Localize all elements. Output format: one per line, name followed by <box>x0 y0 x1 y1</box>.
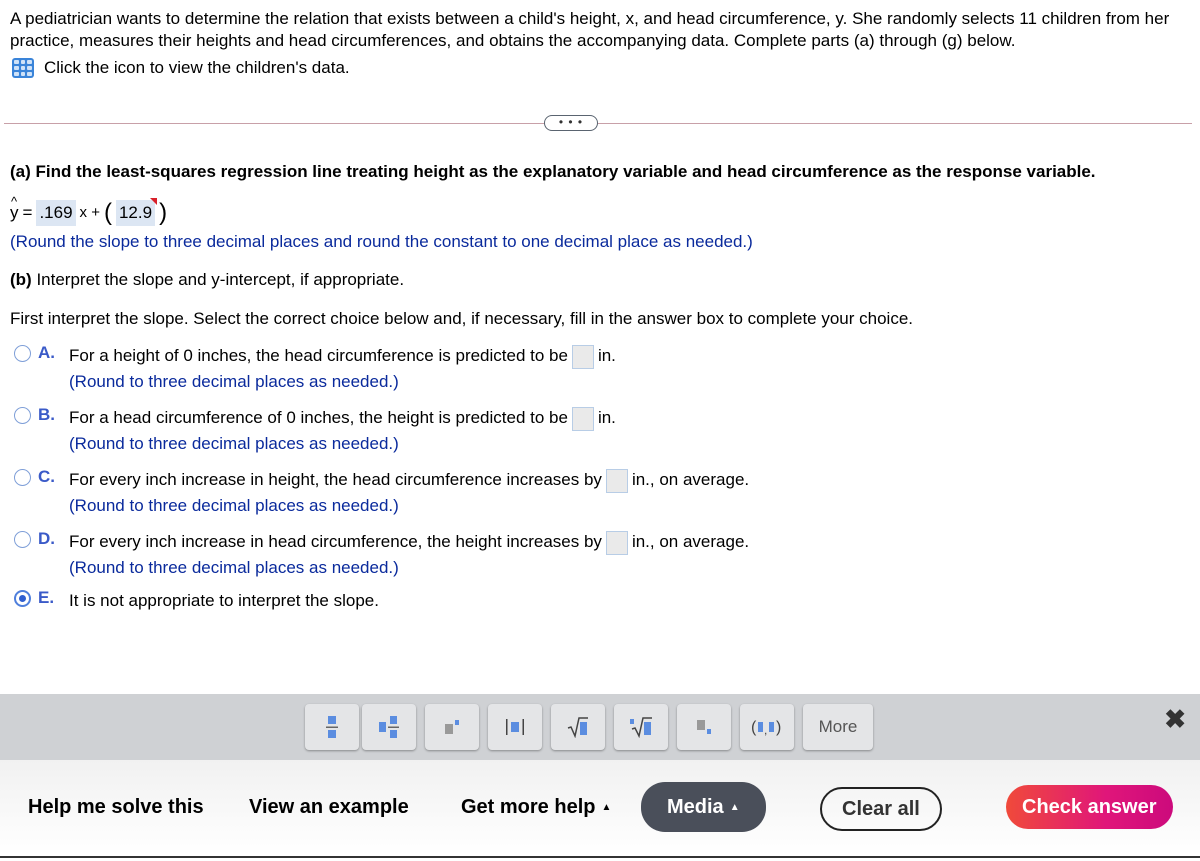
get-more-help-label: Get more help <box>461 795 596 818</box>
clear-all-button[interactable]: Clear all <box>820 787 942 831</box>
choice-d[interactable]: D. For every inch increase in head circu… <box>14 529 749 580</box>
media-button[interactable]: Media ▲ <box>641 782 766 832</box>
more-button[interactable]: More <box>803 704 873 750</box>
caret-up-icon: ▲ <box>601 801 612 813</box>
square-root-button[interactable] <box>551 704 605 750</box>
check-answer-button[interactable]: Check answer <box>1006 785 1173 829</box>
choice-unit: in. <box>597 408 616 427</box>
absolute-value-button[interactable] <box>488 704 542 750</box>
right-paren: ) <box>159 199 168 226</box>
close-icon[interactable]: ✖ <box>1164 704 1186 735</box>
choice-a[interactable]: A. For a height of 0 inches, the head ci… <box>14 343 616 394</box>
svg-text:,: , <box>764 723 767 737</box>
choice-hint: (Round to three decimal places as needed… <box>69 433 399 453</box>
choice-unit: in., on average. <box>631 532 750 551</box>
choice-text: It is not appropriate to interpret the s… <box>69 591 379 610</box>
error-marker-icon <box>150 198 158 205</box>
choice-hint: (Round to three decimal places as needed… <box>69 495 399 515</box>
choice-text: For a head circumference of 0 inches, th… <box>69 408 568 427</box>
help-me-solve-button[interactable]: Help me solve this <box>28 782 204 832</box>
subscript-icon <box>697 720 711 734</box>
data-link[interactable]: Click the icon to view the children's da… <box>12 58 350 78</box>
choice-letter: C. <box>38 467 55 486</box>
exponent-button[interactable] <box>425 704 479 750</box>
choice-hint: (Round to three decimal places as needed… <box>69 371 399 391</box>
choice-letter: D. <box>38 529 55 548</box>
answer-input-b[interactable] <box>571 406 594 431</box>
choice-text: For every inch increase in head circumfe… <box>69 532 602 551</box>
nth-root-button[interactable] <box>614 704 668 750</box>
section-divider <box>4 123 1192 124</box>
svg-text:): ) <box>776 719 781 736</box>
mixed-number-icon <box>379 716 399 738</box>
choice-e[interactable]: E. It is not appropriate to interpret th… <box>14 588 379 613</box>
subscript-button[interactable] <box>677 704 731 750</box>
fraction-icon <box>326 716 338 738</box>
part-a-hint: (Round the slope to three decimal places… <box>10 232 753 251</box>
exponent-icon <box>445 720 459 734</box>
ordered-pair-icon: (,) <box>751 719 781 737</box>
answer-input-c[interactable] <box>605 468 628 493</box>
choice-b[interactable]: B. For a head circumference of 0 inches,… <box>14 405 616 456</box>
radio-a[interactable] <box>14 344 31 362</box>
get-more-help-button[interactable]: Get more help ▲ <box>461 782 611 832</box>
answer-input-d[interactable] <box>605 530 628 555</box>
answer-input-a[interactable] <box>571 344 594 369</box>
choice-letter: E. <box>38 588 55 607</box>
choice-text: For a height of 0 inches, the head circu… <box>69 346 568 365</box>
part-a-prompt: (a) Find the least-squares regression li… <box>10 162 1096 181</box>
choice-text: For every inch increase in height, the h… <box>69 470 602 489</box>
regression-equation: ^ y = .169 x + ( 12.9 ) <box>10 194 168 226</box>
radio-d[interactable] <box>14 530 31 548</box>
choice-c[interactable]: C. For every inch increase in height, th… <box>14 467 749 518</box>
square-root-icon <box>567 717 588 738</box>
part-b-prompt: (b) Interpret the slope and y-intercept,… <box>10 270 405 289</box>
media-label: Media <box>667 795 724 818</box>
svg-text:(: ( <box>751 719 757 736</box>
nth-root-icon <box>630 717 652 738</box>
y-hat: ^ y <box>10 194 19 222</box>
problem-statement: A pediatrician wants to determine the re… <box>10 9 1170 50</box>
choice-unit: in. <box>597 346 616 365</box>
ordered-pair-button[interactable]: (,) <box>740 704 794 750</box>
data-link-label[interactable]: Click the icon to view the children's da… <box>44 58 350 78</box>
fraction-button[interactable] <box>305 704 359 750</box>
mixed-number-button[interactable] <box>362 704 416 750</box>
choice-hint: (Round to three decimal places as needed… <box>69 557 399 577</box>
part-a-label: (a) Find the least-squares regression li… <box>10 161 1096 183</box>
left-paren: ( <box>103 199 112 226</box>
equals-sign: = <box>22 203 33 222</box>
table-icon[interactable] <box>12 58 34 78</box>
choice-letter: A. <box>38 343 55 362</box>
constant-answer[interactable]: 12.9 <box>115 198 158 226</box>
choice-letter: B. <box>38 405 55 424</box>
part-b-instruction: First interpret the slope. Select the co… <box>10 309 914 328</box>
radio-c[interactable] <box>14 468 31 486</box>
x-plus: x + <box>79 204 100 221</box>
footer-bar: Help me solve this View an example Get m… <box>0 760 1200 858</box>
expand-button[interactable]: • • • <box>544 115 598 131</box>
choice-unit: in., on average. <box>631 470 750 489</box>
radio-b[interactable] <box>14 406 31 424</box>
slope-answer[interactable]: .169 <box>36 200 76 226</box>
absolute-value-icon <box>506 719 524 735</box>
radio-e-selected[interactable] <box>14 589 31 607</box>
math-toolbar: (,) More ✖ <box>0 694 1200 760</box>
view-example-button[interactable]: View an example <box>249 782 409 832</box>
caret-up-icon: ▲ <box>729 801 740 813</box>
